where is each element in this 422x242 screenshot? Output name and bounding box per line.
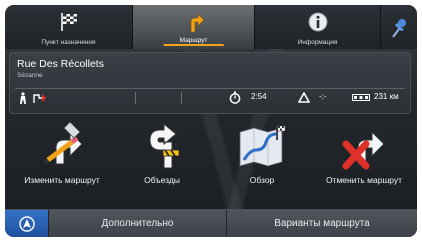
pushpin-icon [392,19,406,38]
map-overview-icon [239,125,286,167]
city-name: Sézanne [17,72,43,79]
route-info-panel: Rue Des Récollets Sézanne 2:54 -:- 231 к… [9,52,411,114]
route-status-bar: 2:54 -:- 231 км [15,88,405,107]
stopwatch-icon [229,91,241,104]
cancel-route-icon [342,130,385,170]
arrival-triangle-icon [298,92,310,103]
tab-bar: Пункт назначения Маршрут Информация [5,5,417,49]
cancel-route-label: Отменить маршрут [325,175,403,185]
quick-menu-tab[interactable] [381,5,417,49]
navigation-screen: Пункт назначения Маршрут Информация Rue … [5,5,417,237]
info-icon [308,12,327,32]
pedestrian-icon [20,92,26,104]
edit-route-icon [43,121,83,165]
overview-label: Обзор [249,175,275,185]
cancel-route-button[interactable]: Отменить маршрут [315,118,413,198]
remaining-distance: 231 км [374,92,399,101]
arrival-time: -:- [319,92,327,101]
tab-route[interactable]: Маршрут [133,5,255,49]
route-arrow-icon [190,13,204,33]
checkered-flag-icon [60,13,77,31]
edit-route-label: Изменить маршрут [24,175,100,185]
navigation-map-button[interactable] [5,210,49,237]
tab-destination[interactable]: Пункт назначения [5,5,133,49]
overview-button[interactable]: Обзор [213,118,311,198]
more-button[interactable]: Дополнительно [49,210,227,237]
distance-icon [352,94,370,101]
ferry-restriction-icon [33,94,46,103]
compass-arrow-icon [19,216,35,232]
route-options-button[interactable]: Варианты маршрута [227,210,417,237]
tab-information[interactable]: Информация [255,5,381,49]
detour-icon [149,122,180,169]
tab-route-label: Маршрут [163,37,224,46]
detours-label: Объезды [144,175,180,185]
edit-route-button[interactable]: Изменить маршрут [13,118,111,198]
detours-button[interactable]: Объезды [113,118,211,198]
street-name: Rue Des Récollets [17,58,104,70]
tab-destination-label: Пункт назначения [41,39,96,46]
bottom-bar: Дополнительно Варианты маршрута [5,209,417,237]
tab-information-label: Информация [297,39,338,46]
remaining-time: 2:54 [251,92,267,101]
